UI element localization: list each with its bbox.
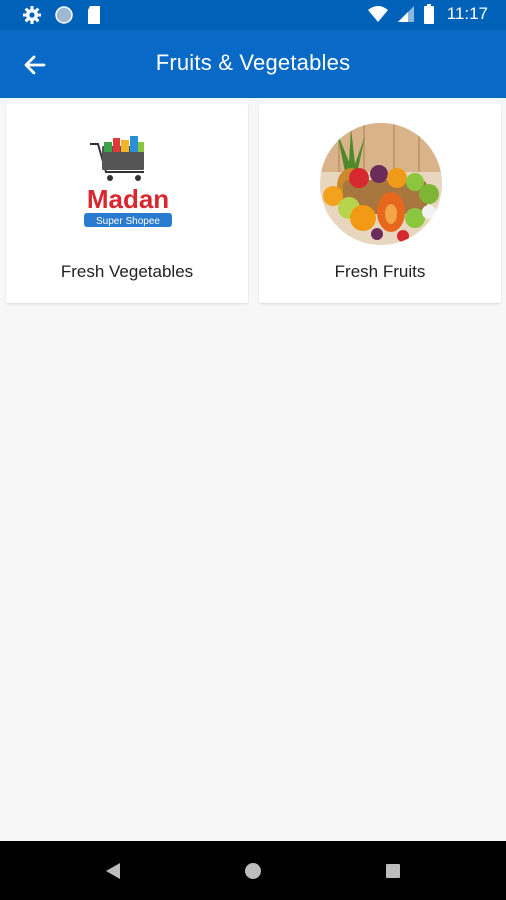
fruit-basket-photo [320, 123, 442, 245]
app-bar: Fruits & Vegetables [0, 30, 506, 98]
category-card-fresh-vegetables[interactable]: Madan Super Shopee Fresh Vegetables [6, 104, 248, 303]
home-circle-icon[interactable] [241, 859, 265, 883]
sd-card-icon [88, 6, 100, 24]
page-title: Fruits & Vegetables [155, 50, 351, 75]
svg-text:Madan: Madan [87, 184, 169, 214]
navigation-bar [0, 841, 506, 900]
shopping-cart-icon [90, 136, 144, 181]
back-triangle-icon[interactable] [101, 859, 125, 883]
status-bar: 11:17 [0, 0, 506, 30]
settings-icon [23, 6, 41, 24]
category-label: Fresh Vegetables [60, 262, 194, 281]
status-right-icons: 11:17 [367, 4, 488, 24]
category-label: Fresh Fruits [334, 262, 426, 281]
circle-icon [55, 6, 73, 24]
svg-text:Super Shopee: Super Shopee [96, 216, 160, 227]
signal-icon [397, 6, 414, 22]
madan-super-shopee-logo: Madan Super Shopee [84, 136, 172, 227]
category-card-fresh-fruits[interactable]: Fresh Fruits [259, 104, 501, 303]
wifi-icon [367, 6, 388, 22]
status-left-icons [22, 5, 102, 25]
status-time: 11:17 [446, 4, 488, 23]
battery-icon [423, 4, 434, 24]
recents-square-icon[interactable] [381, 859, 405, 883]
